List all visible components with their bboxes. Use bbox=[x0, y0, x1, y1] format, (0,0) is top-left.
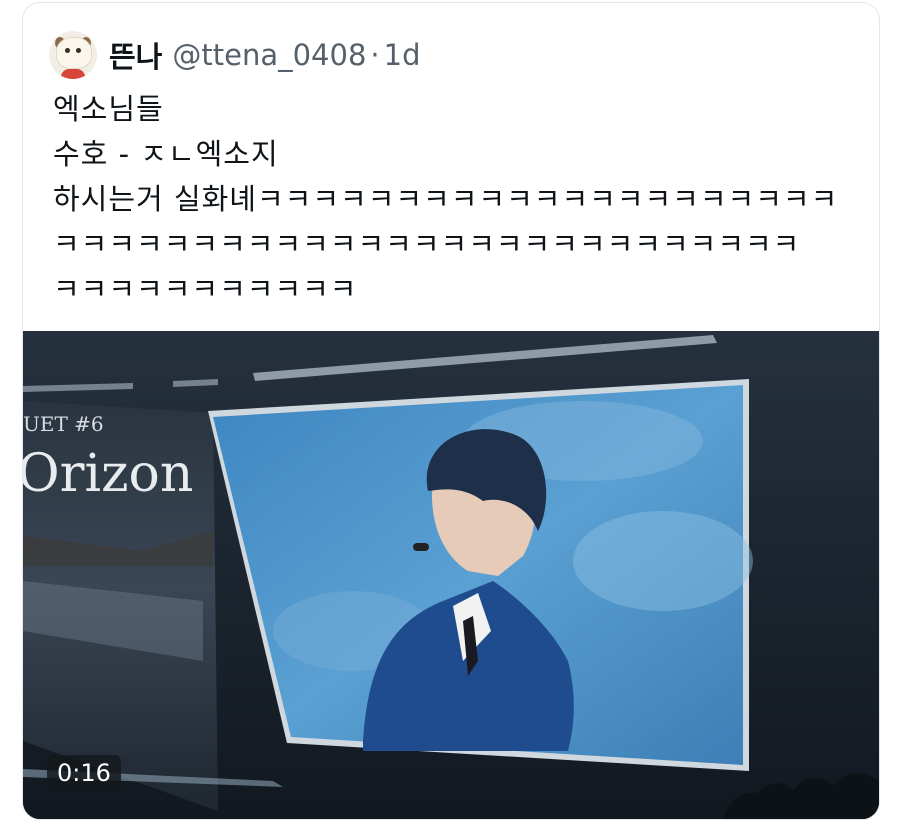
display-name[interactable]: 뜬나 bbox=[109, 34, 162, 76]
video-frame: UET #6 Orizon bbox=[23, 331, 879, 819]
separator-dot: · bbox=[370, 38, 380, 72]
user-avatar-icon[interactable] bbox=[49, 31, 97, 79]
post-time[interactable]: 1d bbox=[384, 38, 421, 72]
left-screen-text-2: Orizon bbox=[23, 444, 193, 504]
left-screen-text-1: UET #6 bbox=[23, 412, 104, 436]
tweet-text: 엑소님들 수호 - ㅈㄴ엑소지 하시는거 실화녜ㅋㅋㅋㅋㅋㅋㅋㅋㅋㅋㅋㅋㅋㅋㅋㅋ… bbox=[53, 92, 839, 306]
video-player[interactable]: UET #6 Orizon 0:16 bbox=[23, 331, 879, 819]
user-handle[interactable]: @ttena_0408 bbox=[172, 38, 366, 72]
video-duration-badge: 0:16 bbox=[47, 755, 121, 791]
tweet-card[interactable]: 뜬나 @ttena_0408 · 1d 엑소님들 수호 - ㅈㄴ엑소지 하시는거… bbox=[22, 2, 880, 820]
tweet-header: 뜬나 @ttena_0408 · 1d bbox=[49, 29, 421, 81]
